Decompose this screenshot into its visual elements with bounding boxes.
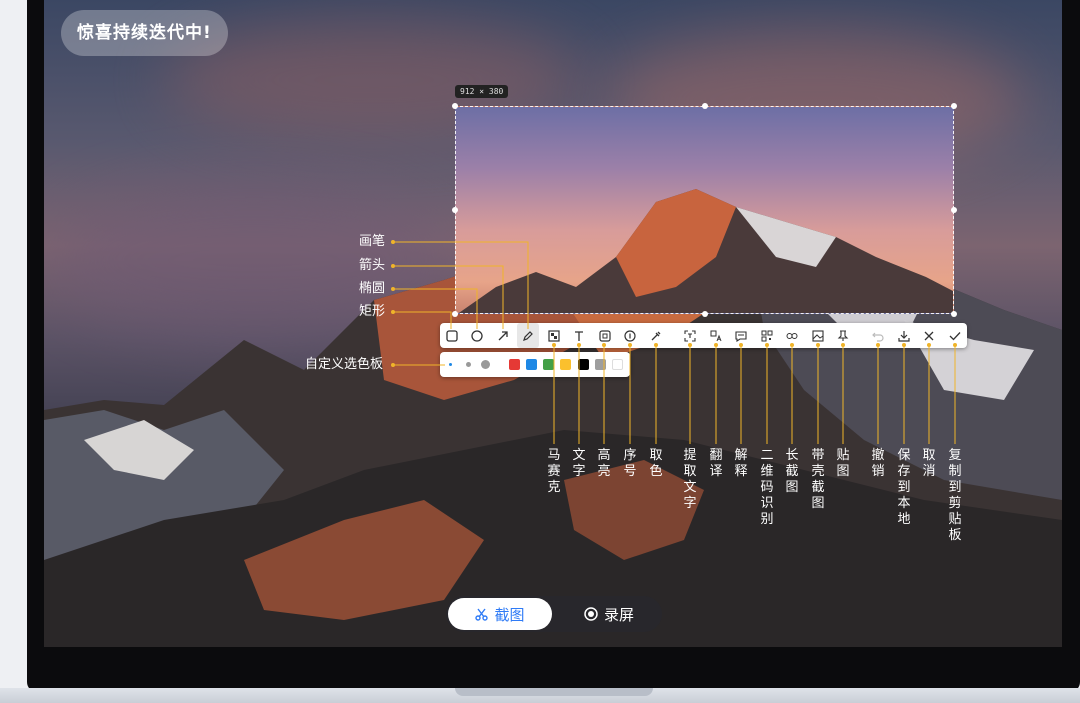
screenshot-mode-button[interactable]: 截图: [448, 598, 552, 630]
label-translate: 翻译: [709, 448, 723, 479]
label-copy: 复制到剪贴板: [948, 448, 962, 543]
label-number: 序号: [623, 448, 637, 479]
record-icon: [584, 607, 598, 621]
scissors-icon: [475, 608, 489, 621]
label-rect: 矩形: [359, 304, 386, 319]
label-arrow: 箭头: [359, 258, 386, 273]
label-highlight: 高亮: [597, 448, 611, 479]
label-long: 长截图: [785, 448, 799, 495]
label-pen: 画笔: [359, 234, 386, 249]
label-explain: 解释: [734, 448, 748, 479]
record-mode-label: 录屏: [603, 605, 634, 624]
label-undo: 撤销: [871, 448, 885, 479]
label-ellipse: 椭圆: [359, 281, 386, 296]
label-mosaic: 马赛克: [547, 448, 561, 495]
record-mode-button[interactable]: 录屏: [568, 598, 650, 630]
screenshot-mode-label: 截图: [494, 605, 525, 624]
label-ocr: 提取文字: [683, 448, 697, 511]
label-cancel: 取消: [922, 448, 936, 479]
label-picker: 取色: [649, 448, 663, 479]
label-text: 文字: [572, 448, 586, 479]
label-palette: 自定义选色板: [305, 357, 384, 372]
label-save: 保存到本地: [897, 448, 911, 527]
label-pin: 贴图: [836, 448, 850, 479]
label-frame: 带壳截图: [811, 448, 825, 511]
label-qrcode: 二维码识别: [760, 448, 774, 527]
